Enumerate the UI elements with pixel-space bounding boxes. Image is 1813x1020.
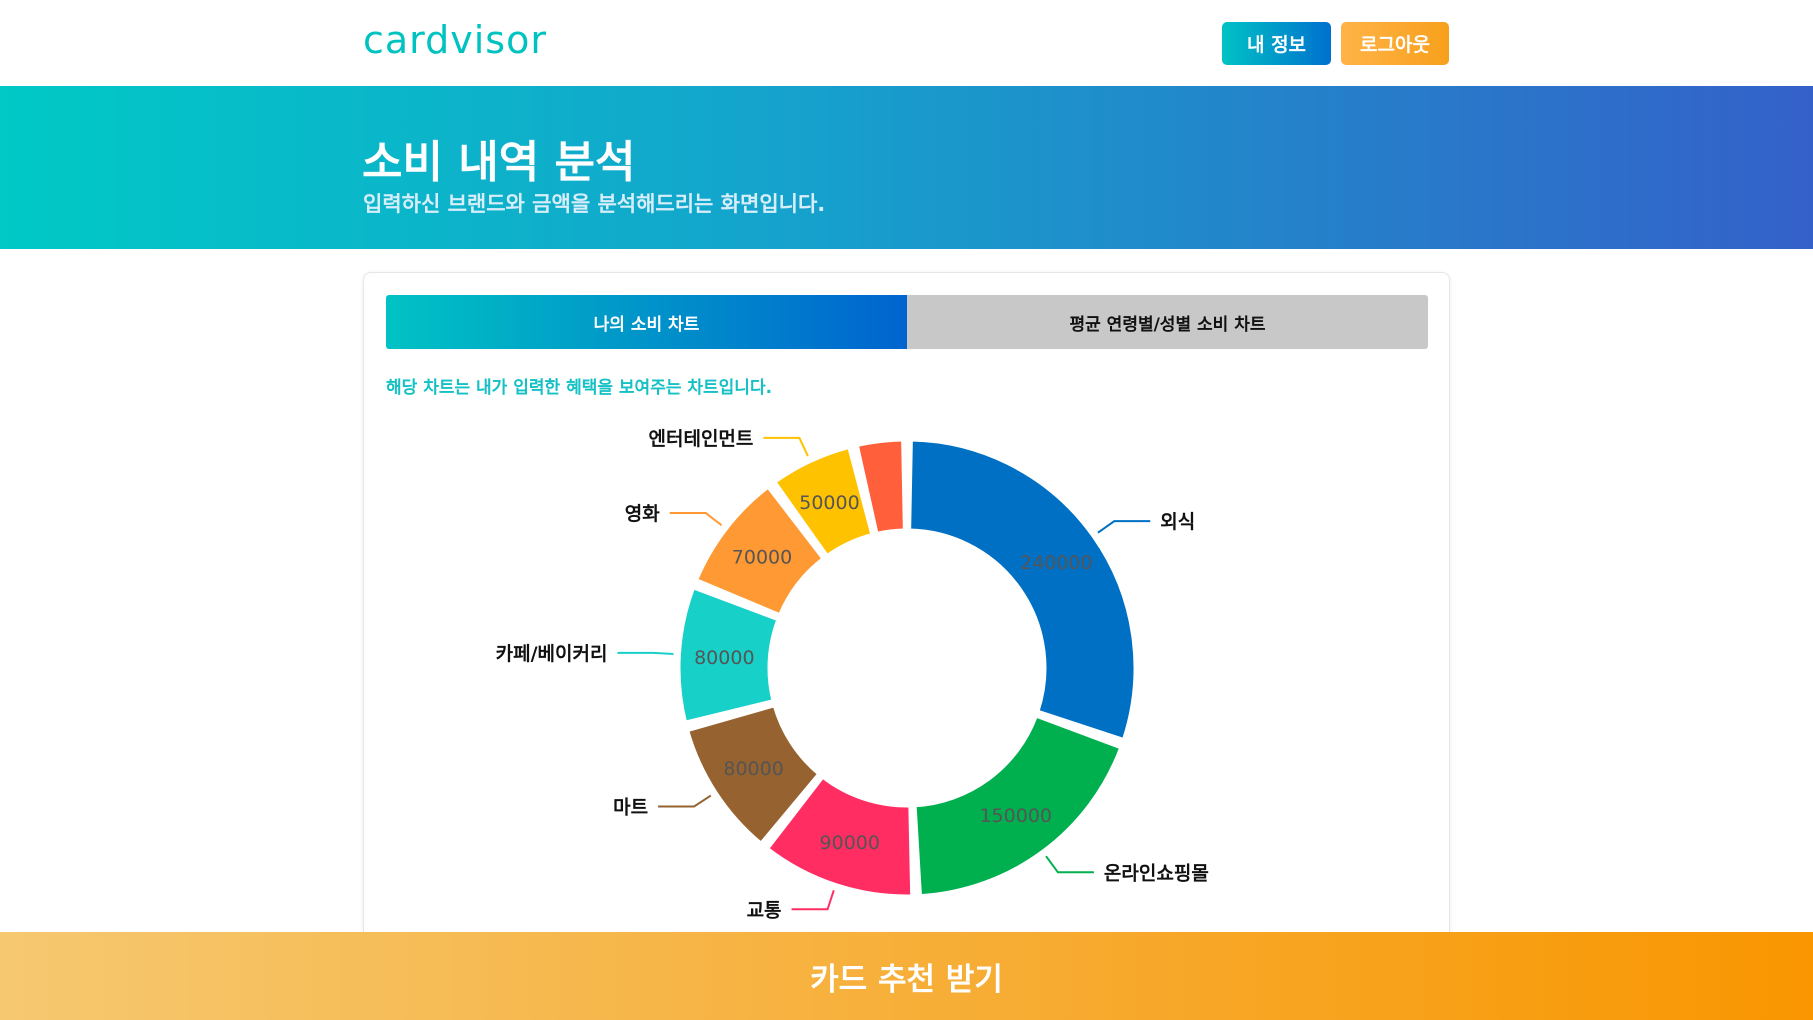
category-label: 카페/베이커리 (496, 643, 608, 665)
category-label: 온라인쇼핑몰 (1104, 862, 1209, 884)
category-label: 영화 (625, 503, 660, 525)
callout-line (791, 889, 835, 911)
slice-value-label: 240000 (1020, 552, 1093, 574)
slice-value-label: 150000 (979, 805, 1052, 827)
callout-line (1045, 855, 1094, 874)
callout-line (669, 512, 723, 527)
donut-slice-0[interactable] (908, 438, 1137, 741)
slice-value-label: 80000 (694, 647, 754, 669)
category-label: 교통 (747, 899, 782, 921)
slice-value-label: 90000 (820, 832, 880, 854)
category-label: 외식 (1160, 511, 1195, 533)
callout-line (617, 651, 674, 656)
slice-value-label: 50000 (799, 492, 859, 514)
category-label: 엔터테인먼트 (649, 428, 754, 450)
callout-line (658, 794, 712, 808)
callout-line (763, 436, 809, 457)
category-label: 마트 (613, 796, 648, 818)
card-recommendation-button[interactable]: 카드 추천 받기 (0, 932, 1813, 1020)
callout-line (1097, 520, 1151, 534)
spending-donut-chart: 240000 외식 150000 온라인쇼핑몰 90000 교통 80000 마트 80000 카… (496, 428, 1209, 921)
slice-value-label: 70000 (732, 546, 792, 568)
slice-value-label: 80000 (723, 758, 783, 780)
